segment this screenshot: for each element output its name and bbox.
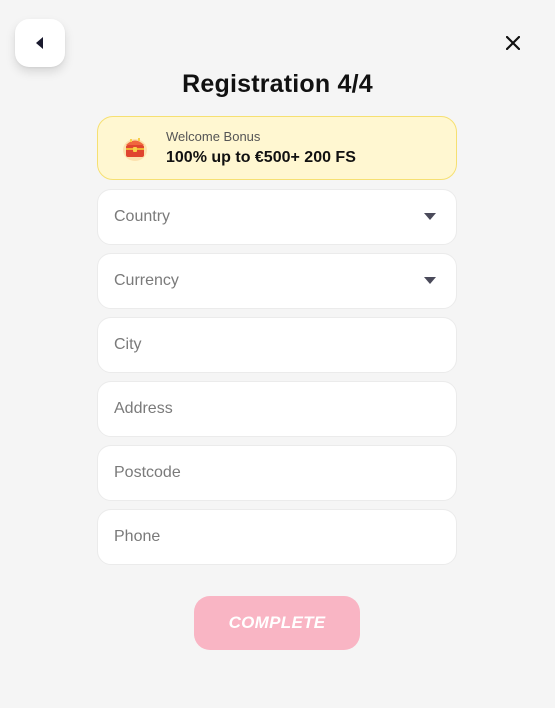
currency-select-label: Currency (114, 272, 179, 289)
city-field-container (97, 317, 457, 373)
phone-field-container (97, 509, 457, 565)
page-title: Registration 4/4 (182, 70, 373, 98)
welcome-bonus-banner: Welcome Bonus 100% up to €500+ 200 FS (97, 116, 457, 180)
postcode-input[interactable] (114, 464, 440, 482)
bonus-offer: 100% up to €500+ 200 FS (166, 149, 356, 166)
postcode-field-container (97, 445, 457, 501)
treasure-chest-icon (120, 133, 150, 163)
country-select-label: Country (114, 208, 171, 225)
city-input[interactable] (114, 336, 440, 354)
country-select[interactable]: Country (97, 189, 457, 245)
back-button[interactable] (15, 19, 65, 67)
address-input[interactable] (114, 400, 440, 418)
bonus-caption: Welcome Bonus (166, 129, 261, 144)
caret-down-icon (424, 208, 440, 226)
caret-down-icon (424, 272, 440, 290)
phone-input[interactable] (114, 528, 440, 546)
close-button[interactable] (500, 32, 526, 58)
close-icon (505, 35, 521, 55)
currency-select[interactable]: Currency (97, 253, 457, 309)
address-field-container (97, 381, 457, 437)
chevron-left-icon (35, 37, 45, 49)
complete-button[interactable]: COMPLETE (194, 596, 360, 650)
